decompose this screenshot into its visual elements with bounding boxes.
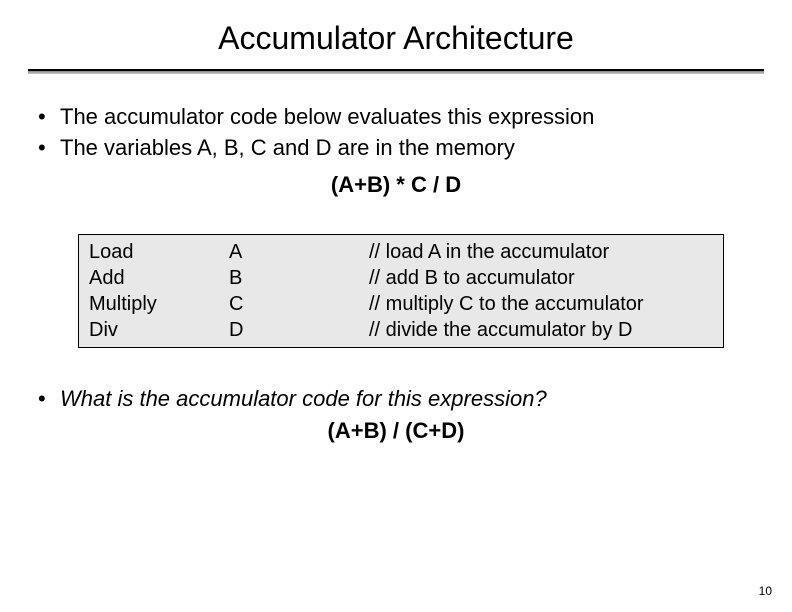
- code-comment: // add B to accumulator: [369, 265, 713, 291]
- intro-bullets: The accumulator code below evaluates thi…: [28, 102, 764, 164]
- question-bullets: What is the accumulator code for this ex…: [28, 384, 764, 415]
- expression-1: (A+B) * C / D: [28, 172, 764, 198]
- code-op: Add: [89, 265, 229, 291]
- code-arg: C: [229, 291, 369, 317]
- code-comment: // load A in the accumulator: [369, 239, 713, 265]
- code-op: Load: [89, 239, 229, 265]
- code-arg: B: [229, 265, 369, 291]
- code-arg: D: [229, 317, 369, 343]
- bullet-item: The accumulator code below evaluates thi…: [38, 102, 764, 133]
- page-number: 10: [759, 584, 772, 598]
- code-comment: // divide the accumulator by D: [369, 317, 713, 343]
- code-arg: A: [229, 239, 369, 265]
- code-op: Div: [89, 317, 229, 343]
- bullet-item: The variables A, B, C and D are in the m…: [38, 133, 764, 164]
- code-op: Multiply: [89, 291, 229, 317]
- title-divider: [28, 69, 764, 74]
- question-item: What is the accumulator code for this ex…: [38, 384, 764, 415]
- code-comment: // multiply C to the accumulator: [369, 291, 713, 317]
- slide-title: Accumulator Architecture: [28, 20, 764, 57]
- expression-2: (A+B) / (C+D): [28, 418, 764, 444]
- code-box: Load A // load A in the accumulator Add …: [78, 234, 724, 348]
